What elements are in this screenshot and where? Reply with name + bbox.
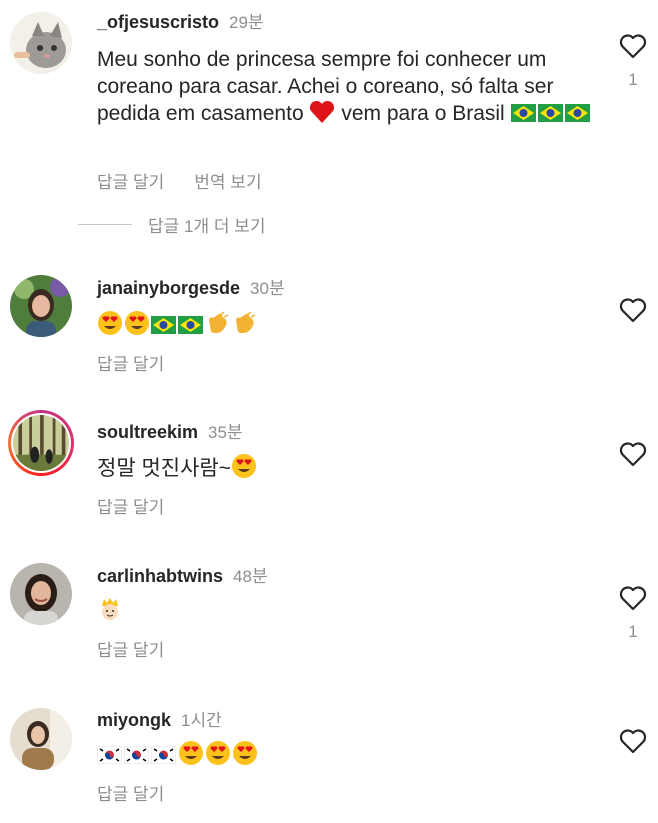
avatar[interactable] — [10, 563, 72, 625]
username[interactable]: _ofjesuscristo — [97, 12, 219, 33]
reply-button[interactable]: 답글 달기 — [97, 350, 164, 375]
clapping-hands-emoji — [236, 311, 256, 334]
reply-button[interactable]: 답글 달기 — [97, 636, 164, 661]
forest-avatar-image — [13, 415, 69, 471]
username[interactable]: soultreekim — [97, 422, 198, 443]
timestamp: 1시간 — [181, 711, 222, 730]
like-heart-icon[interactable] — [619, 441, 647, 467]
reply-button[interactable]: 답글 달기 — [97, 780, 164, 805]
username[interactable]: janainyborgesde — [97, 278, 240, 299]
red-heart-emoji — [310, 100, 335, 123]
heart-eyes-emoji — [125, 311, 149, 335]
prince-emoji — [102, 598, 118, 620]
brazil-flag-emoji — [510, 104, 536, 122]
username[interactable]: miyongk — [97, 710, 171, 731]
woman-avatar-image — [10, 275, 72, 337]
comment-text: Meu sonho de princesa sempre foi conhece… — [97, 46, 597, 127]
brazil-flag-emoji — [178, 316, 203, 334]
reply-button[interactable]: 답글 달기 — [97, 168, 164, 193]
view-more-replies-label[interactable]: 답글 1개 더 보기 — [148, 212, 265, 237]
brazil-flag-emoji — [537, 104, 563, 122]
korea-flag-emoji — [151, 746, 176, 764]
like-heart-icon[interactable] — [619, 33, 647, 59]
korea-flag-emoji — [124, 746, 149, 764]
timestamp: 30분 — [250, 279, 285, 298]
brazil-flag-emoji — [151, 316, 176, 334]
timestamp: 48분 — [233, 567, 268, 586]
avatar[interactable] — [10, 12, 72, 74]
translate-button[interactable]: 번역 보기 — [194, 168, 261, 193]
woman-avatar-image — [10, 563, 72, 625]
cat-avatar-image — [10, 12, 72, 74]
heart-eyes-emoji — [232, 454, 257, 478]
comment-text: 정말 멋진사람~ — [97, 453, 597, 482]
heart-eyes-emoji — [98, 311, 122, 335]
clapping-hands-emoji — [209, 311, 229, 334]
comment-text — [97, 740, 597, 769]
heart-eyes-emoji — [179, 741, 203, 765]
view-more-replies[interactable]: 답글 1개 더 보기 — [78, 212, 265, 237]
like-heart-icon[interactable] — [619, 297, 647, 323]
woman-avatar-image — [10, 708, 72, 770]
korea-flag-emoji — [97, 746, 122, 764]
like-count: 1 — [628, 622, 638, 641]
heart-eyes-emoji — [206, 741, 230, 765]
like-count: 1 — [628, 70, 638, 89]
timestamp: 29분 — [229, 13, 264, 32]
avatar[interactable] — [10, 708, 72, 770]
like-heart-icon[interactable] — [619, 585, 647, 611]
heart-eyes-emoji — [233, 741, 257, 765]
avatar[interactable] — [10, 275, 72, 337]
timestamp: 35분 — [208, 423, 243, 442]
username[interactable]: carlinhabtwins — [97, 566, 223, 587]
reply-button[interactable]: 답글 달기 — [97, 493, 164, 518]
divider-line — [78, 224, 132, 225]
avatar-with-story-ring[interactable] — [8, 410, 74, 476]
comment-text — [97, 596, 597, 625]
comment-text — [97, 310, 597, 339]
like-heart-icon[interactable] — [619, 728, 647, 754]
brazil-flag-emoji — [564, 104, 590, 122]
